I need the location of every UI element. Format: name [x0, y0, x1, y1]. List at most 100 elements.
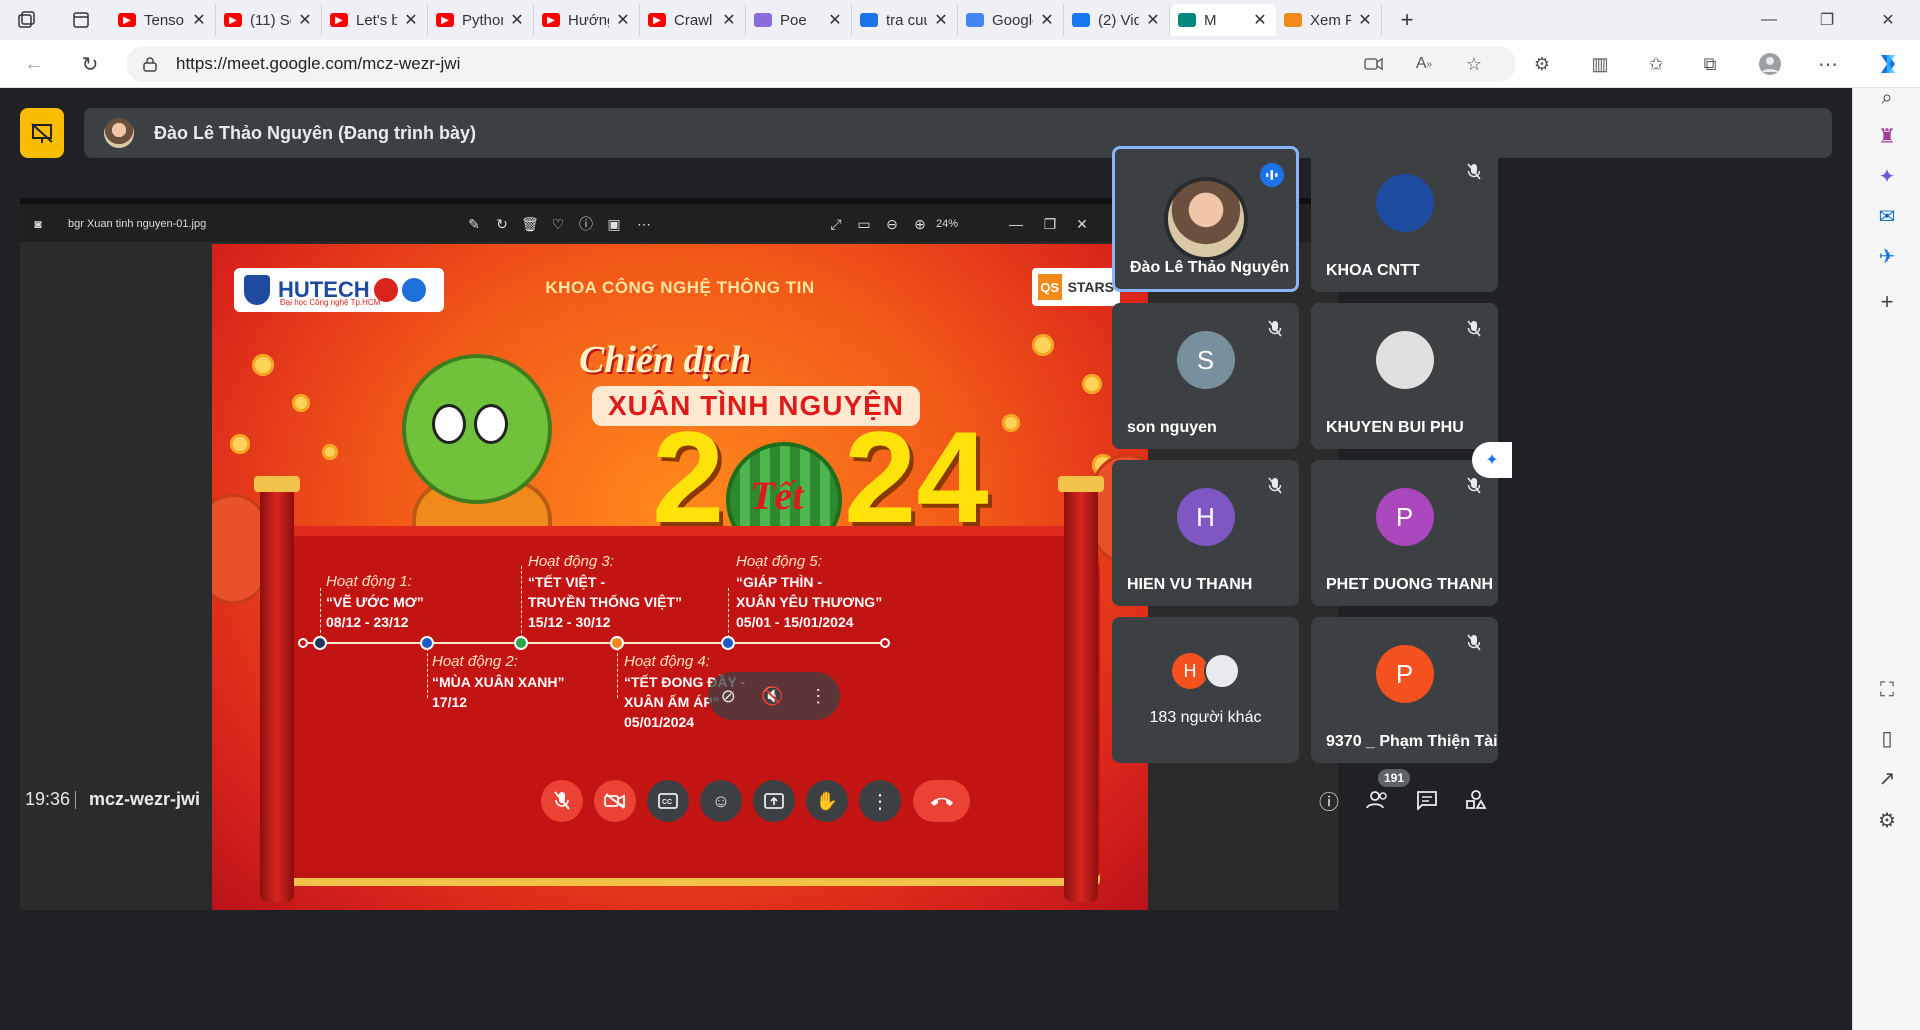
browser-tab[interactable]: ▶ Crawl d ✕	[640, 4, 746, 36]
workspaces-icon[interactable]	[0, 0, 52, 40]
close-tab-icon[interactable]: ✕	[403, 10, 419, 30]
timeline-dot	[721, 636, 735, 650]
split-screen-icon[interactable]: ▥	[1586, 50, 1614, 78]
participant-tile[interactable]: P PHET DUONG THANH	[1311, 460, 1498, 606]
outlook-icon[interactable]: ✉	[1869, 198, 1905, 234]
info-icon[interactable]: ⓘ	[574, 212, 598, 236]
fit-icon[interactable]: ▭	[852, 212, 876, 236]
participant-tile[interactable]: Đào Lê Thảo Nguyên	[1112, 146, 1299, 292]
profile-avatar[interactable]	[1756, 50, 1784, 78]
close-tab-icon[interactable]: ✕	[615, 10, 631, 30]
maximize-button[interactable]: ❐	[1798, 0, 1856, 40]
activities-icon[interactable]	[1461, 785, 1491, 815]
people-icon[interactable]	[1363, 785, 1393, 815]
edit-icon[interactable]: ✎	[462, 212, 486, 236]
reload-button[interactable]: ↻	[68, 42, 112, 86]
participant-avatar	[1163, 177, 1248, 261]
browser-tab[interactable]: ▶ Hướng ✕	[534, 4, 640, 36]
browser-tab[interactable]: Google ✕	[958, 4, 1064, 36]
participant-tile[interactable]: H 183 người khác	[1112, 617, 1299, 763]
more-menu-icon[interactable]: ⋯	[1814, 50, 1842, 78]
slideshow-icon[interactable]: ▣	[602, 212, 626, 236]
search-icon[interactable]: ⌕	[1869, 80, 1905, 116]
minimize-button[interactable]: —	[1740, 0, 1798, 40]
close-tab-icon[interactable]: ✕	[721, 10, 737, 30]
browser-tab[interactable]: ▶ Let's bu ✕	[322, 4, 428, 36]
browser-tab[interactable]: M ✕	[1170, 4, 1276, 36]
viewer-restore-icon[interactable]: ❐	[1038, 212, 1062, 236]
camera-off-button[interactable]	[594, 780, 636, 822]
extensions-icon[interactable]: ⚙	[1528, 50, 1556, 78]
sidebar-toggle-icon[interactable]: ▯	[1869, 720, 1905, 756]
url-field[interactable]: https://meet.google.com/mcz-wezr-jwi	[126, 46, 1516, 82]
camera-permission-icon[interactable]	[1360, 50, 1388, 78]
copilot-icon[interactable]	[1874, 50, 1902, 78]
viewer-close-icon[interactable]: ✕	[1070, 212, 1094, 236]
browser-tab[interactable]: Xem Pl ✕	[1276, 4, 1382, 36]
close-tab-icon[interactable]: ✕	[827, 10, 843, 30]
close-tab-icon[interactable]: ✕	[1039, 10, 1055, 30]
more-icon[interactable]: ⋯	[632, 212, 656, 236]
shopping-icon[interactable]: ♜	[1869, 118, 1905, 154]
meeting-details-icon[interactable]: ⓘ	[1314, 785, 1344, 815]
browser-tab[interactable]: Poe ✕	[746, 4, 852, 36]
viewer-minimize-icon[interactable]: —	[1004, 212, 1028, 236]
browser-tab[interactable]: (2) Vide ✕	[1064, 4, 1170, 36]
participant-tile[interactable]: H HIEN VU THANH	[1112, 460, 1299, 606]
close-tab-icon[interactable]: ✕	[509, 10, 525, 30]
heart-icon[interactable]: ♡	[546, 212, 570, 236]
tab-title: (2) Vide	[1098, 11, 1139, 29]
tools-icon[interactable]: ✦	[1869, 158, 1905, 194]
app-icon: ◙	[34, 217, 42, 231]
delete-icon[interactable]: 🗑	[518, 212, 542, 236]
participant-tile[interactable]: KHOA CNTT	[1311, 146, 1498, 292]
browser-tab[interactable]: tra cuu ✕	[852, 4, 958, 36]
presenter-bar[interactable]: Đào Lê Thảo Nguyên (Đang trình bày)	[84, 108, 1832, 158]
back-button[interactable]: ←	[12, 42, 56, 86]
favorites-icon[interactable]: ✩	[1642, 50, 1670, 78]
zoom-in-icon[interactable]: ⊕	[908, 212, 932, 236]
overlay-more-icon[interactable]: ⋮	[809, 686, 827, 707]
favorite-star-icon[interactable]: ☆	[1460, 50, 1488, 78]
screenshot-icon[interactable]: ⛶	[1869, 672, 1905, 708]
close-tab-icon[interactable]: ✕	[933, 10, 949, 30]
participant-tile[interactable]: P 9370 _ Phạm Thiện Tài	[1311, 617, 1498, 763]
new-tab-button[interactable]: +	[1382, 0, 1432, 40]
effects-sparkle-button[interactable]: ✦	[1472, 442, 1512, 478]
captions-button[interactable]: CC	[647, 780, 689, 822]
tab-title: Let's bu	[356, 11, 397, 29]
read-aloud-icon[interactable]: A»	[1410, 50, 1438, 78]
close-tab-icon[interactable]: ✕	[297, 10, 313, 30]
browser-tab[interactable]: ▶ (11) Sc ✕	[216, 4, 322, 36]
browser-tab[interactable]: ▶ Python ✕	[428, 4, 534, 36]
lock-icon[interactable]	[142, 56, 158, 72]
fullscreen-icon[interactable]: ⤢	[824, 212, 848, 236]
settings-icon[interactable]: ⚙	[1869, 802, 1905, 838]
games-icon[interactable]: ✈	[1869, 238, 1905, 274]
close-tab-icon[interactable]: ✕	[191, 10, 207, 30]
close-tab-icon[interactable]: ✕	[1145, 10, 1161, 30]
browser-tab[interactable]: ▶ Tensorf ✕	[110, 4, 216, 36]
microphone-off-button[interactable]	[541, 780, 583, 822]
close-window-button[interactable]: ✕	[1856, 0, 1920, 40]
presentation-icon[interactable]	[20, 108, 64, 158]
add-app-icon[interactable]: +	[1869, 284, 1905, 320]
collections-icon[interactable]: ⧉	[1696, 50, 1724, 78]
chat-icon[interactable]	[1412, 785, 1442, 815]
present-screen-button[interactable]	[753, 780, 795, 822]
pin-off-icon[interactable]: ⊘	[721, 686, 736, 707]
open-external-icon[interactable]: ↗	[1869, 760, 1905, 796]
emoji-reaction-button[interactable]: ☺	[700, 780, 742, 822]
more-options-button[interactable]: ⋮	[859, 780, 901, 822]
raise-hand-button[interactable]: ✋	[806, 780, 848, 822]
mute-presentation-icon[interactable]: 🔇	[761, 686, 783, 707]
participant-tile[interactable]: Sson nguyen	[1112, 303, 1299, 449]
close-tab-icon[interactable]: ✕	[1357, 10, 1373, 30]
tab-actions-icon[interactable]	[52, 0, 110, 40]
rotate-icon[interactable]: ↻	[490, 212, 514, 236]
zoom-out-icon[interactable]: ⊖	[880, 212, 904, 236]
speaking-indicator-icon	[1260, 163, 1284, 187]
participant-tile[interactable]: KHUYEN BUI PHU	[1311, 303, 1498, 449]
close-tab-icon[interactable]: ✕	[1252, 10, 1268, 30]
leave-call-button[interactable]	[913, 780, 970, 822]
